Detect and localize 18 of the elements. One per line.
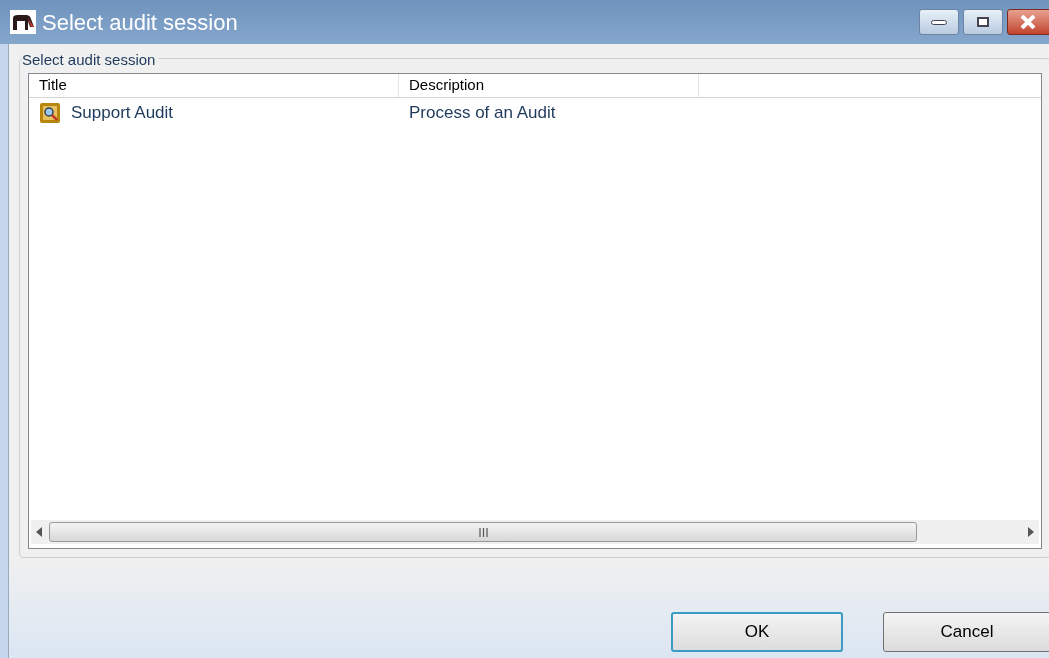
audit-document-icon (39, 102, 61, 124)
maximize-button[interactable] (963, 9, 1003, 35)
grip-icon (478, 527, 488, 537)
app-logo-icon (10, 10, 36, 34)
close-icon (1020, 15, 1036, 29)
cancel-button[interactable]: Cancel (883, 612, 1049, 652)
table-cell-text: Support Audit (71, 102, 174, 125)
minimize-button[interactable] (919, 9, 959, 35)
scrollbar-thumb[interactable] (49, 522, 917, 542)
close-button[interactable] (1007, 9, 1049, 35)
table-cell-text: Process of an Audit (408, 102, 556, 125)
window-title: Select audit session (42, 8, 238, 37)
scroll-right-icon[interactable] (1027, 527, 1035, 537)
column-header[interactable]: Title (29, 74, 399, 97)
scroll-left-icon[interactable] (35, 527, 43, 537)
horizontal-scrollbar[interactable] (31, 520, 1039, 544)
column-header[interactable]: Description (399, 74, 699, 97)
ok-button[interactable]: OK (671, 612, 843, 652)
